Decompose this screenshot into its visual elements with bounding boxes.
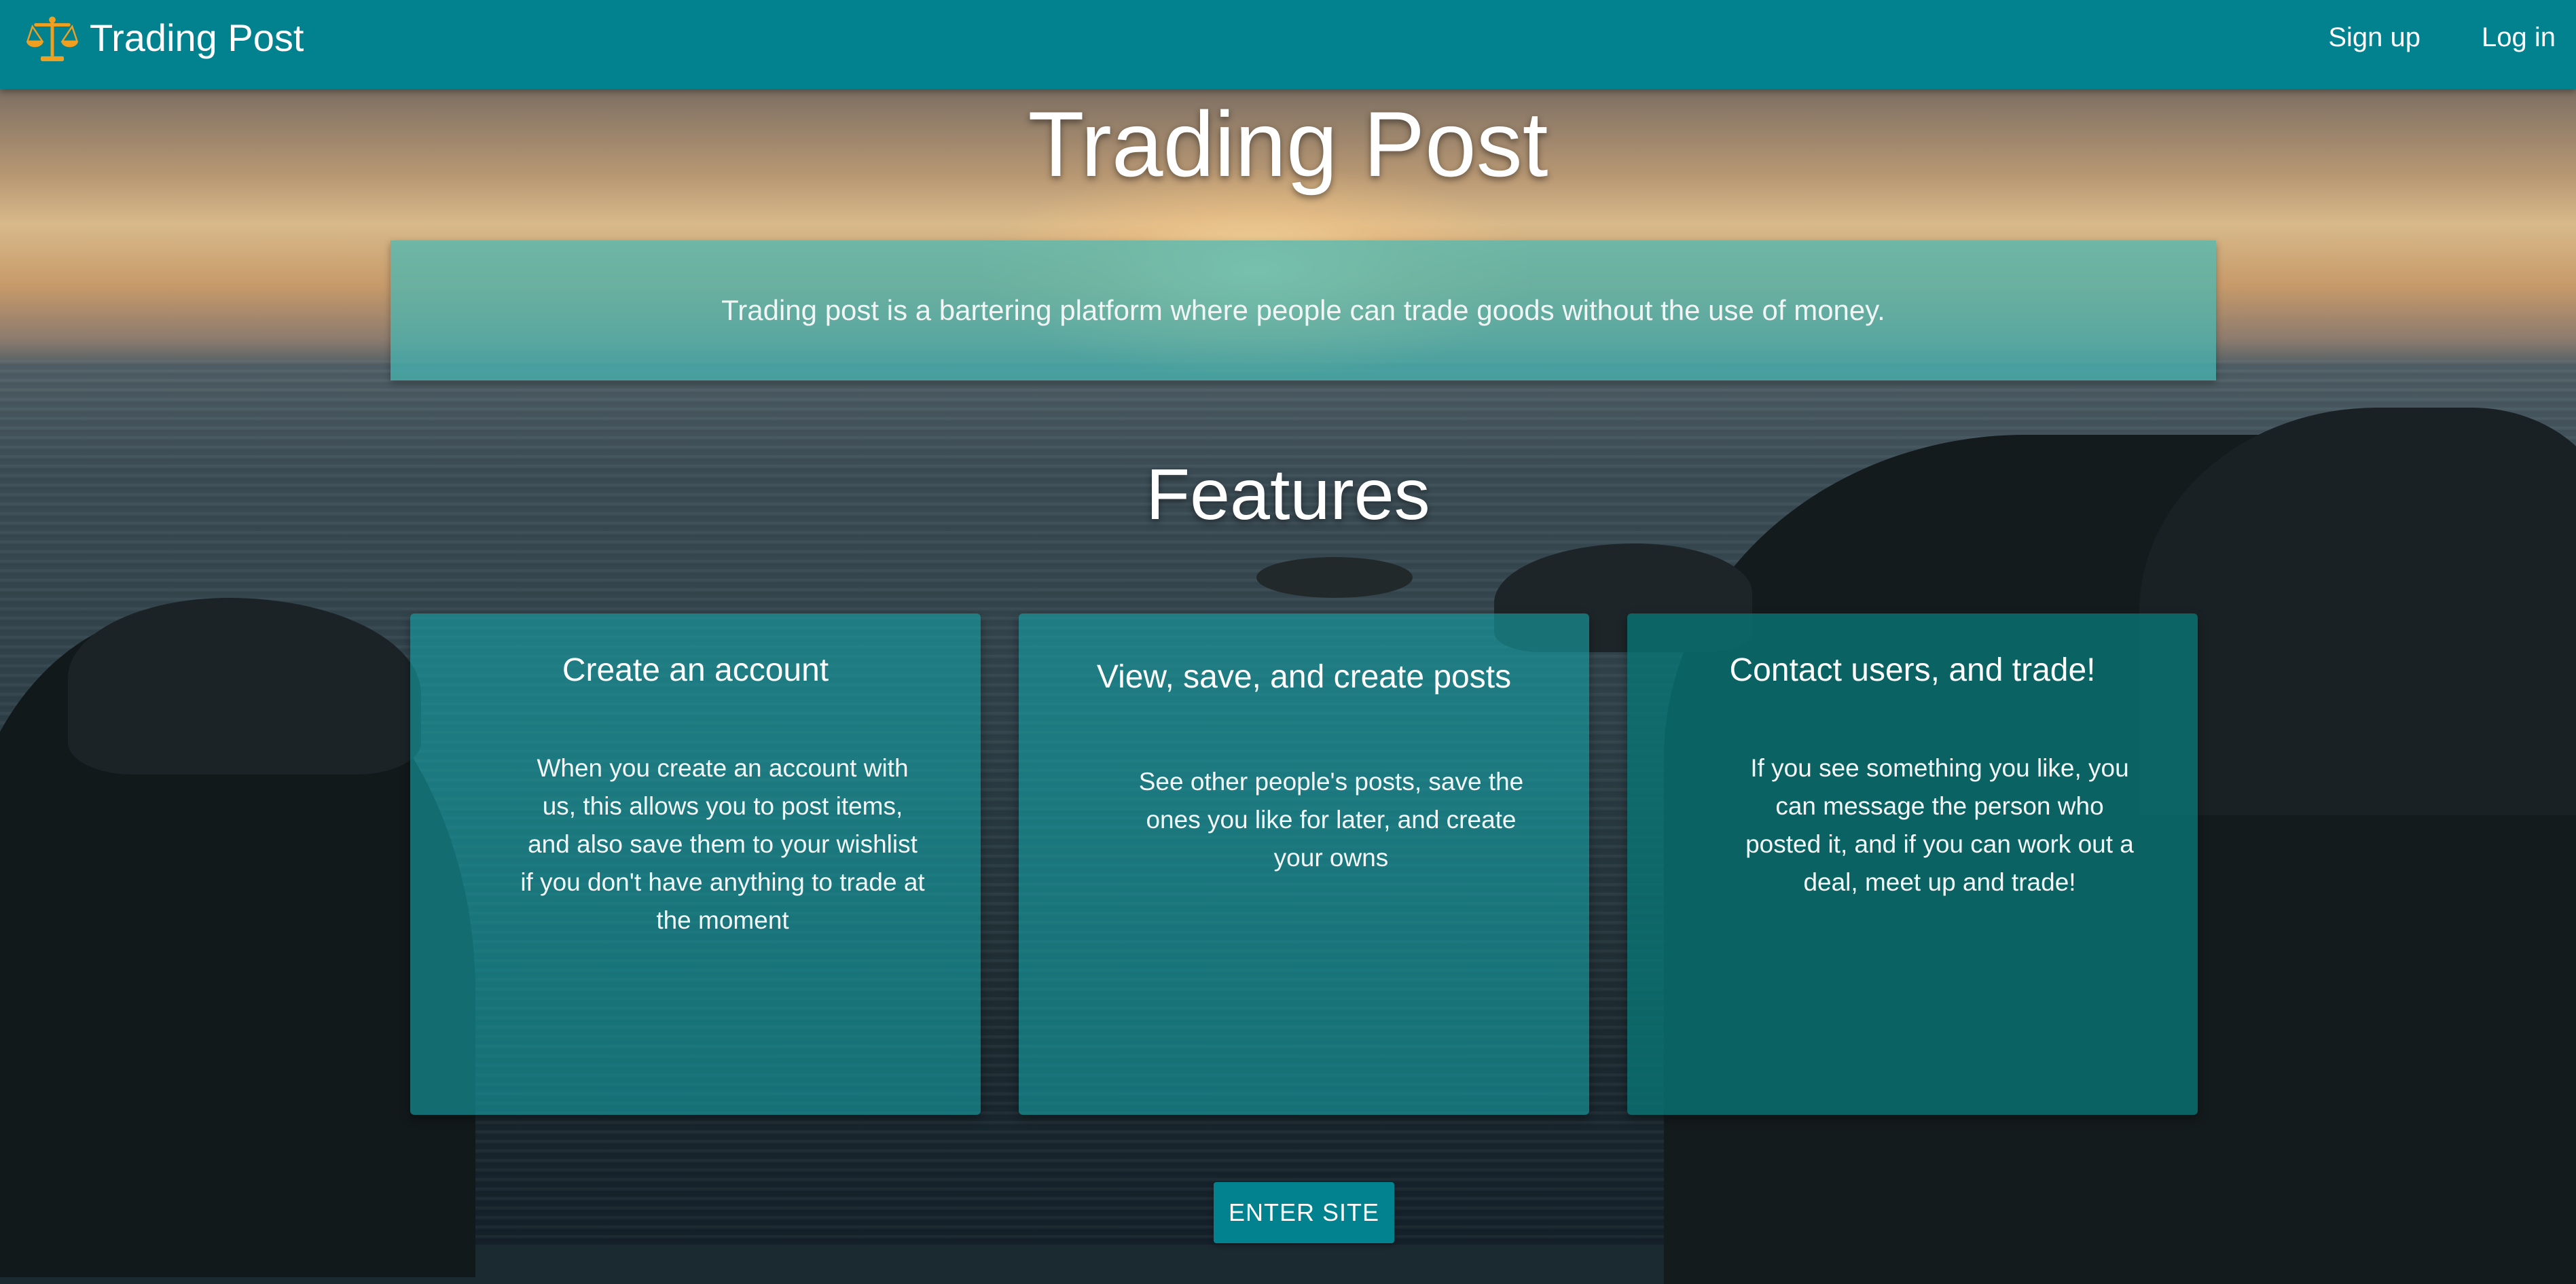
nav-links: Sign up Log in [2267, 0, 2556, 75]
feature-card-posts: View, save, and create posts See other p… [1019, 613, 1589, 1115]
feature-card-title: Create an account [562, 652, 829, 688]
tagline-banner: Trading post is a bartering platform whe… [391, 240, 2216, 380]
enter-site-button[interactable]: ENTER SITE [1214, 1182, 1394, 1243]
features-heading: Features [1146, 454, 1430, 535]
feature-card-title: View, save, and create posts [1096, 659, 1512, 695]
feature-card-body: When you create an account with us, this… [520, 754, 925, 934]
feature-card-title: Contact users, and trade! [1729, 652, 2096, 688]
feature-card-body: If you see something you like, you can m… [1745, 754, 2134, 896]
login-link[interactable]: Log in [2482, 22, 2556, 53]
rock [1256, 557, 1413, 598]
feature-card-trade: Contact users, and trade! If you see som… [1627, 613, 2198, 1115]
tagline-text: Trading post is a bartering platform whe… [721, 294, 1885, 326]
feature-card-body: See other people's posts, save the ones … [1138, 768, 1524, 872]
brand-link[interactable]: Trading Post [26, 0, 304, 75]
feature-card-create-account: Create an account When you create an acc… [410, 613, 981, 1115]
signup-link[interactable]: Sign up [2328, 22, 2420, 53]
scales-icon [26, 16, 79, 61]
hero-title: Trading Post [1028, 92, 1548, 196]
navbar: Trading Post Sign up Log in [0, 0, 2576, 89]
brand-name: Trading Post [90, 16, 304, 59]
